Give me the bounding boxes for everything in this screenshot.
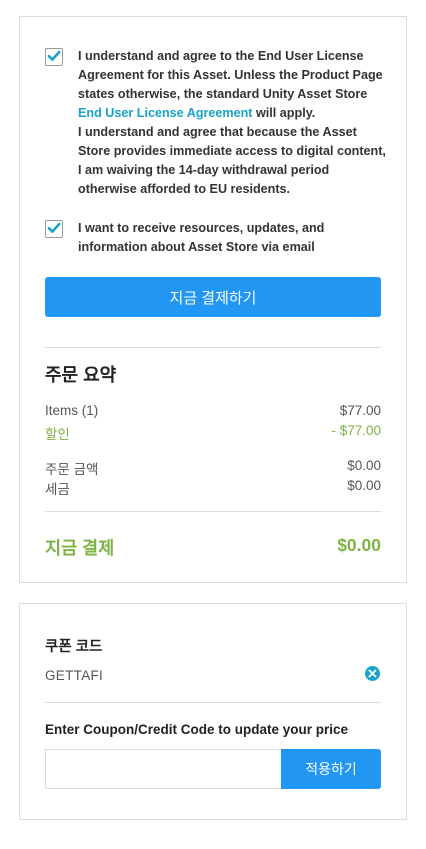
order-summary-title: 주문 요약 xyxy=(45,365,117,385)
order-amount-row: 주문 금액 $0.00 xyxy=(45,458,381,478)
items-label: Items (1) xyxy=(45,403,99,418)
items-row: Items (1) $77.00 xyxy=(45,403,381,418)
newsletter-checkbox[interactable] xyxy=(45,220,63,238)
total-value: $0.00 xyxy=(337,535,381,555)
eula-text-withdrawal: I understand and agree that because the … xyxy=(78,125,386,196)
remove-coupon-icon[interactable] xyxy=(365,666,380,681)
discount-row: 할인 - $77.00 xyxy=(45,423,381,443)
tax-value: $0.00 xyxy=(347,478,381,493)
total-label: 지금 결제 xyxy=(45,538,115,558)
coupon-title: 쿠폰 코드 xyxy=(45,639,103,655)
eula-text-part1: I understand and agree to the End User L… xyxy=(78,49,383,101)
checkmark-icon xyxy=(47,222,61,233)
discount-value: - $77.00 xyxy=(331,423,381,438)
apply-coupon-button[interactable]: 적용하기 xyxy=(281,749,381,789)
tax-label: 세금 xyxy=(45,482,70,497)
tax-row: 세금 $0.00 xyxy=(45,478,381,498)
total-row: 지금 결제 $0.00 xyxy=(45,535,381,560)
coupon-code-input[interactable] xyxy=(45,749,282,789)
coupon-card: 쿠폰 코드 GETTAFI Enter Coupon/Credit Code t… xyxy=(19,603,407,820)
eula-link[interactable]: End User License Agreement xyxy=(78,106,253,120)
applied-coupon-code: GETTAFI xyxy=(45,668,104,683)
divider xyxy=(45,347,381,348)
discount-label: 할인 xyxy=(45,427,70,442)
divider xyxy=(45,702,381,703)
eula-consent: I understand and agree to the End User L… xyxy=(45,47,388,207)
newsletter-text: I want to receive resources, updates, an… xyxy=(78,221,325,254)
newsletter-consent: I want to receive resources, updates, an… xyxy=(45,219,385,259)
order-amount-value: $0.00 xyxy=(347,458,381,473)
divider xyxy=(45,511,381,512)
eula-checkbox[interactable] xyxy=(45,48,63,66)
eula-text: I understand and agree to the End User L… xyxy=(78,47,388,199)
coupon-instruction: Enter Coupon/Credit Code to update your … xyxy=(45,722,349,737)
items-value: $77.00 xyxy=(339,403,381,418)
order-amount-label: 주문 금액 xyxy=(45,462,99,477)
eula-text-part2: will apply. xyxy=(252,106,316,120)
checkout-card: I understand and agree to the End User L… xyxy=(19,16,407,583)
checkmark-icon xyxy=(47,50,61,61)
pay-now-button[interactable]: 지금 결제하기 xyxy=(45,277,381,317)
